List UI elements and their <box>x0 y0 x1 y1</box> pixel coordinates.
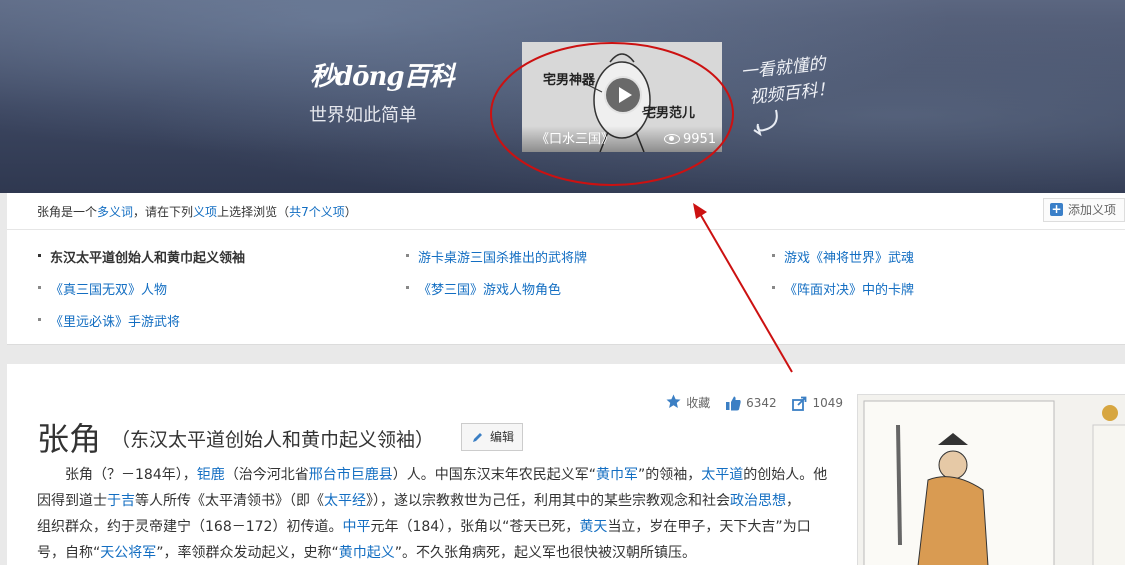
notice-end: ） <box>344 205 357 219</box>
inline-link[interactable]: 太平经 <box>324 493 366 509</box>
collect-label: 收藏 <box>686 396 711 410</box>
text-run: 因得到道士 <box>37 493 107 509</box>
text-run: 等人所传《太平清领书》（即《 <box>135 493 324 509</box>
page-title: 张角 <box>37 420 102 458</box>
header-banner: 秒dōng百科 世界如此简单 宅男神器 宅男范儿 《口水三国》 9951 一看就… <box>0 0 1125 193</box>
pencil-icon <box>473 433 482 442</box>
inline-link[interactable]: 黄巾起义 <box>339 545 395 561</box>
polysemy-link[interactable]: 多义词 <box>97 205 133 219</box>
curly-arrow-icon <box>753 109 778 137</box>
text-run: 》），遂以宗教救世为己任，利用其中的某些宗教观念和社会 <box>366 493 730 509</box>
text-run: ， <box>786 493 800 509</box>
sense-item[interactable]: 《梦三国》游戏人物角色 <box>405 279 561 298</box>
sense-list: 东汉太平道创始人和黄巾起义领袖 游卡桌游三国杀推出的武将牌 游戏《神将世界》武魂… <box>7 229 1125 344</box>
sense-item[interactable]: 《真三国无双》人物 <box>37 279 167 298</box>
text-run: 元年（184），张角以“苍天已死， <box>370 519 580 535</box>
inline-link[interactable]: 天公将军 <box>100 545 156 561</box>
video-title: 《口水三国》 <box>536 132 615 147</box>
summary-paragraph: 张角（？－184年），钜鹿（治今河北省邢台市巨鹿县）人。中国东汉末年农民起义军“… <box>37 462 834 565</box>
star-icon <box>666 394 681 408</box>
share-count: 1049 <box>812 396 843 410</box>
plus-icon: + <box>1049 202 1063 216</box>
sense-item[interactable]: 《阵面对决》中的卡牌 <box>771 279 914 298</box>
notice-mid: ，请在下列 <box>133 205 194 219</box>
like-count: 6342 <box>746 396 777 410</box>
inline-link[interactable]: 政治思想 <box>730 493 786 509</box>
inline-link[interactable]: 黄巾军 <box>596 467 638 483</box>
summary-line: 号，自称“天公将军”，率领群众发动起义，史称“黄巾起义”。不久张角病死，起义军也… <box>37 540 834 565</box>
video-thumbnail[interactable]: 宅男神器 宅男范儿 《口水三国》 9951 <box>522 42 722 152</box>
add-sense-label: 添加义项 <box>1067 203 1116 217</box>
inline-link[interactable]: 钜鹿 <box>197 467 225 483</box>
notice-suffix: 上选择浏览（ <box>217 205 290 219</box>
site-slogan: 世界如此简单 <box>309 105 417 126</box>
page-subtitle: （东汉太平道创始人和黄巾起义领袖） <box>111 429 435 451</box>
edit-button[interactable]: 编辑 <box>461 423 523 451</box>
disambiguation-notice: 张角是一个多义词，请在下列义项上选择浏览（共7个义项） <box>37 203 357 220</box>
edit-label: 编辑 <box>490 430 515 444</box>
video-view-count: 9951 <box>683 132 717 147</box>
summary-line: 张角（？－184年），钜鹿（治今河北省邢台市巨鹿县）人。中国东汉末年农民起义军“… <box>37 462 834 488</box>
add-sense-button[interactable]: + 添加义项 <box>1042 198 1125 222</box>
text-run: ”的领袖， <box>638 467 702 483</box>
sense-link[interactable]: 义项 <box>193 205 217 219</box>
disambiguation-header: 张角是一个多义词，请在下列义项上选择浏览（共7个义项） + 添加义项 <box>7 193 1125 230</box>
inline-link[interactable]: 中平 <box>342 519 370 535</box>
inline-link[interactable]: 黄天 <box>579 519 607 535</box>
sense-item[interactable]: 游卡桌游三国杀推出的武将牌 <box>405 247 587 266</box>
notice-prefix: 张角是一个 <box>37 205 98 219</box>
text-run: ”。不久张角病死，起义军也很快被汉朝所镇压。 <box>394 545 697 561</box>
sense-item[interactable]: 游戏《神将世界》武魂 <box>771 247 914 266</box>
portrait-illustration <box>863 400 1125 565</box>
portrait-image[interactable] <box>857 394 1125 565</box>
text-run: ）人。中国东汉末年农民起义军“ <box>392 467 596 483</box>
video-label-right: 宅男范儿 <box>643 106 696 121</box>
collect-button[interactable]: 收藏 <box>666 394 710 411</box>
site-logo[interactable]: 秒dōng百科 <box>310 56 455 93</box>
inline-link[interactable]: 于吉 <box>107 493 135 509</box>
eye-icon <box>664 134 680 144</box>
text-run: 号，自称“ <box>37 545 101 561</box>
disambiguation-panel: 张角是一个多义词，请在下列义项上选择浏览（共7个义项） + 添加义项 东汉太平道… <box>7 193 1125 345</box>
summary-line: 组织群众，约于灵帝建宁（168－172）初传道。中平元年（184），张角以“苍天… <box>37 514 834 540</box>
text-run: ”，率领群众发动起义，史称“ <box>156 545 339 561</box>
thumbs-up-icon <box>726 396 741 411</box>
text-run: 张角（？－184年）， <box>65 467 197 483</box>
text-run: 组织群众，约于灵帝建宁（168－172）初传道。 <box>37 519 343 535</box>
like-button[interactable]: 6342 <box>726 396 777 411</box>
article-card: 收藏 6342 1049 张角 （东汉太平道创始人和黄巾起义领袖） 编辑 张角（… <box>7 364 1125 565</box>
text-run: 当立，岁在甲子，天下大吉”为口 <box>607 519 811 535</box>
sense-item[interactable]: 《里远必诛》手游武将 <box>37 311 180 330</box>
site-logo-text: 秒dōng百科 <box>310 62 455 92</box>
text-run: 的创始人。他 <box>743 467 828 483</box>
share-icon <box>792 396 807 411</box>
inline-link[interactable]: 太平道 <box>701 467 743 483</box>
play-icon[interactable] <box>604 76 642 114</box>
sense-item-current[interactable]: 东汉太平道创始人和黄巾起义领袖 <box>37 247 245 266</box>
text-run: （治今河北省 <box>224 467 309 483</box>
share-button[interactable]: 1049 <box>792 396 843 411</box>
article-actions: 收藏 6342 1049 <box>654 394 843 411</box>
sense-count-link[interactable]: 共7个义项 <box>289 205 345 219</box>
inline-link[interactable]: 邢台市巨鹿县 <box>309 467 393 483</box>
handwritten-tagline: 一看就懂的 视频百科！ <box>740 50 836 111</box>
video-label-left: 宅男神器 <box>543 73 596 88</box>
summary-line: 因得到道士于吉等人所传《太平清领书》（即《太平经》），遂以宗教救世为己任，利用其… <box>37 488 834 514</box>
